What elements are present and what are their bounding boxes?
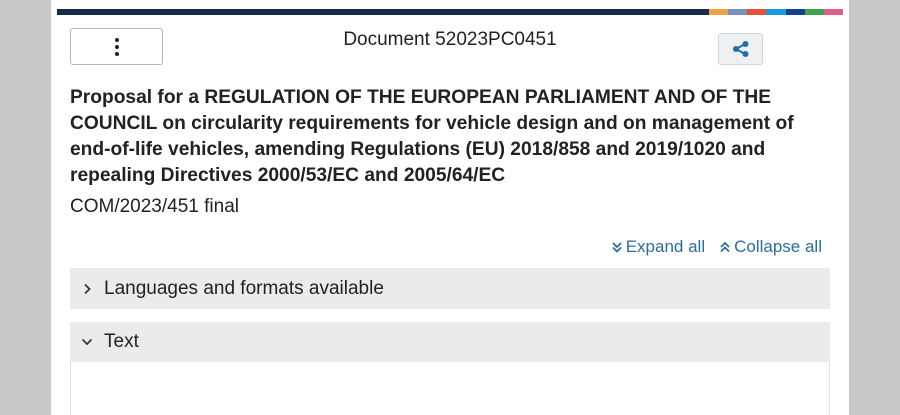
brand-color-bar bbox=[57, 9, 843, 15]
expand-all-link[interactable]: Expand all bbox=[611, 237, 705, 257]
collapse-all-link[interactable]: Collapse all bbox=[719, 237, 822, 257]
brand-bar-segment bbox=[728, 9, 748, 15]
brand-bar-main bbox=[57, 9, 709, 15]
brand-bar-segment bbox=[785, 9, 805, 15]
panel-label: Text bbox=[104, 331, 139, 352]
panel-label: Languages and formats available bbox=[104, 277, 384, 299]
share-button[interactable] bbox=[718, 33, 763, 65]
chevron-right-icon bbox=[70, 283, 104, 295]
double-chevron-down-icon bbox=[612, 242, 622, 253]
brand-bar-segment bbox=[747, 9, 767, 15]
panel-languages-formats[interactable]: Languages and formats available bbox=[70, 268, 830, 309]
chevron-down-icon bbox=[70, 337, 104, 347]
panel-text[interactable]: Text bbox=[70, 322, 830, 362]
document-page: Document 52023PC0451 Proposal for a REGU… bbox=[51, 0, 849, 415]
brand-bar-segment bbox=[823, 9, 843, 15]
expand-all-label: Expand all bbox=[625, 237, 706, 256]
document-reference: COM/2023/451 final bbox=[70, 196, 239, 217]
double-chevron-up-icon bbox=[720, 241, 730, 253]
document-title: Proposal for a REGULATION OF THE EUROPEA… bbox=[70, 87, 794, 186]
brand-bar-segment bbox=[766, 9, 786, 15]
collapse-all-label: Collapse all bbox=[734, 237, 822, 256]
expand-collapse-controls: Expand all Collapse all bbox=[611, 237, 822, 257]
text-panel-content bbox=[70, 362, 830, 415]
brand-bar-segment bbox=[709, 9, 729, 15]
share-icon bbox=[732, 41, 748, 57]
brand-bar-segment bbox=[804, 9, 824, 15]
